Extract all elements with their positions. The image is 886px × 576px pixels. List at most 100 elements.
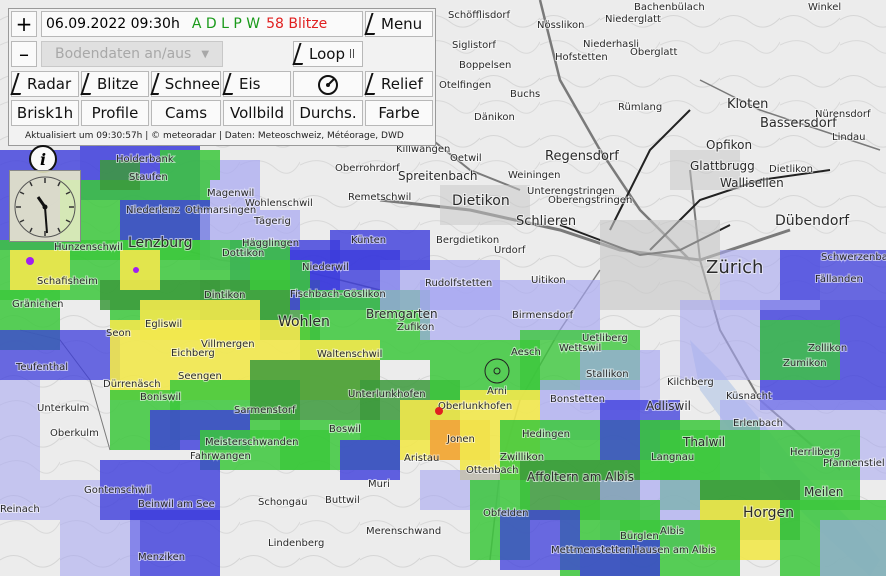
info-button[interactable]: i [28,145,58,173]
place-label: Stallikon [586,369,629,380]
schnee-toggle[interactable]: Schnee [150,71,221,97]
radar-cell [340,440,400,480]
menu-button[interactable]: Menu [364,11,433,37]
chevron-down-icon: ▼ [201,48,210,60]
place-label: Aristau [404,453,439,464]
radar-cell [0,380,40,480]
brisk-label: Brisk1h [16,104,74,122]
place-label: Rümlang [618,102,662,113]
bodendaten-label: Bodendaten an/aus [54,46,192,62]
place-label: Oberlunkhofen [438,401,512,412]
place-label: Birmensdorf [512,310,574,321]
place-label: Seon [106,328,131,339]
checkmark-icon [292,43,310,65]
relief-toggle[interactable]: Relief [364,71,433,97]
place-label: Otelfingen [439,80,491,91]
place-label: Reinach [0,504,40,515]
place-label: Regensdorf [545,149,619,164]
farbe-label: Farbe [378,104,420,122]
place-label: Glattbrugg [690,159,755,173]
place-label: Dürrenäsch [103,379,161,390]
place-label: Thalwil [682,435,725,449]
durchs-label: Durchs. [299,104,357,122]
blitze-toggle[interactable]: Blitze [80,71,149,97]
speed-button[interactable] [293,71,363,97]
place-label: Gränichen [12,299,63,310]
place-label: Dietlikon [769,164,813,175]
loop-button[interactable]: Loop || [292,41,363,67]
place-label: Nürensdorf [815,109,871,120]
place-label: Hedingen [522,429,570,440]
place-label: Oberrohrdorf [335,163,400,174]
place-label: Holderbank [116,154,174,165]
place-label: Boniswil [140,392,181,403]
farbe-button[interactable]: Farbe [365,100,433,126]
place-label: Künten [351,235,386,246]
lightning-strike-marker [435,407,443,415]
place-label: Jonen [446,434,475,445]
place-label: Zumikon [783,358,827,369]
place-label: Horgen [743,505,794,521]
place-label: Opfikon [706,138,752,152]
zoom-in-button[interactable]: + [11,11,37,37]
place-label: Dintikon [204,290,245,301]
gauge-icon [318,75,338,95]
place-label: Oetwil [450,153,482,164]
place-label: Mettmenstetten [551,545,631,556]
datetime-label: 06.09.2022 09:30h [46,16,180,32]
place-label: Adliswil [646,399,691,413]
place-label: Meisterschwanden [205,437,298,448]
place-label: Niederglatt [605,14,661,25]
place-label: Bachenbülach [634,2,705,13]
place-label: Bürglen [620,531,659,542]
clock-widget [9,170,81,242]
place-label: Affoltern am Albis [527,470,634,484]
timestamp-bar: 06.09.2022 09:30h A D L P W 58 Blitze [41,11,363,37]
vollbild-button[interactable]: Vollbild [223,100,291,126]
place-label: Kloten [727,97,768,112]
place-label: Ottenbach [466,465,519,476]
checkmark-icon [10,73,28,95]
place-label: Hausen am Albis [632,545,716,556]
place-label: Fischbach-Göslikon [290,289,386,300]
place-label: Beinwil am See [138,499,215,510]
radar-toggle[interactable]: Radar [10,71,79,97]
radar-cell [250,260,310,290]
place-label: Fällanden [815,274,863,285]
place-label: Urdorf [494,245,526,256]
place-label: Gontenschwil [84,485,151,496]
info-icon: i [29,145,57,173]
lightning-sources[interactable]: A D L P W [192,16,260,32]
place-label: Merenschwand [366,526,441,537]
place-label: Boswil [329,424,361,435]
cams-button[interactable]: Cams [151,100,221,126]
place-label: Tägerig [253,216,291,227]
place-label: Wohlen [278,314,330,330]
place-label: Zollikon [808,343,847,354]
zoom-out-button[interactable]: – [11,41,37,67]
place-label: Küsnacht [726,391,772,402]
place-label: Nösslikon [537,20,584,31]
menu-label: Menu [381,15,423,33]
eis-toggle[interactable]: Eis [222,71,291,97]
place-label: Dübendorf [775,213,850,229]
radar-cell [130,510,220,576]
place-label: Oberkulm [50,428,99,439]
loop-label: Loop [309,45,345,63]
lightning-count: 58 Blitze [266,16,328,32]
place-label: Schongau [258,497,307,508]
place-label: Herrliberg [790,447,840,458]
place-label: Rudolfstetten [425,278,492,289]
place-label: Hofstetten [555,52,608,63]
schnee-label: Schnee [164,75,220,93]
brisk-button[interactable]: Brisk1h [11,100,79,126]
eis-label: Eis [239,75,261,93]
place-label: Schwerzenbach [821,252,886,263]
place-label: Sarmenstorf [234,405,296,416]
radar-cell [60,520,140,576]
durchs-button[interactable]: Durchs. [293,100,363,126]
profile-button[interactable]: Profile [81,100,149,126]
place-label: Pfannenstiel [823,458,885,469]
bodendaten-select[interactable]: Bodendaten an/aus ▼ [41,41,223,67]
place-label: Obfelden [483,508,529,519]
